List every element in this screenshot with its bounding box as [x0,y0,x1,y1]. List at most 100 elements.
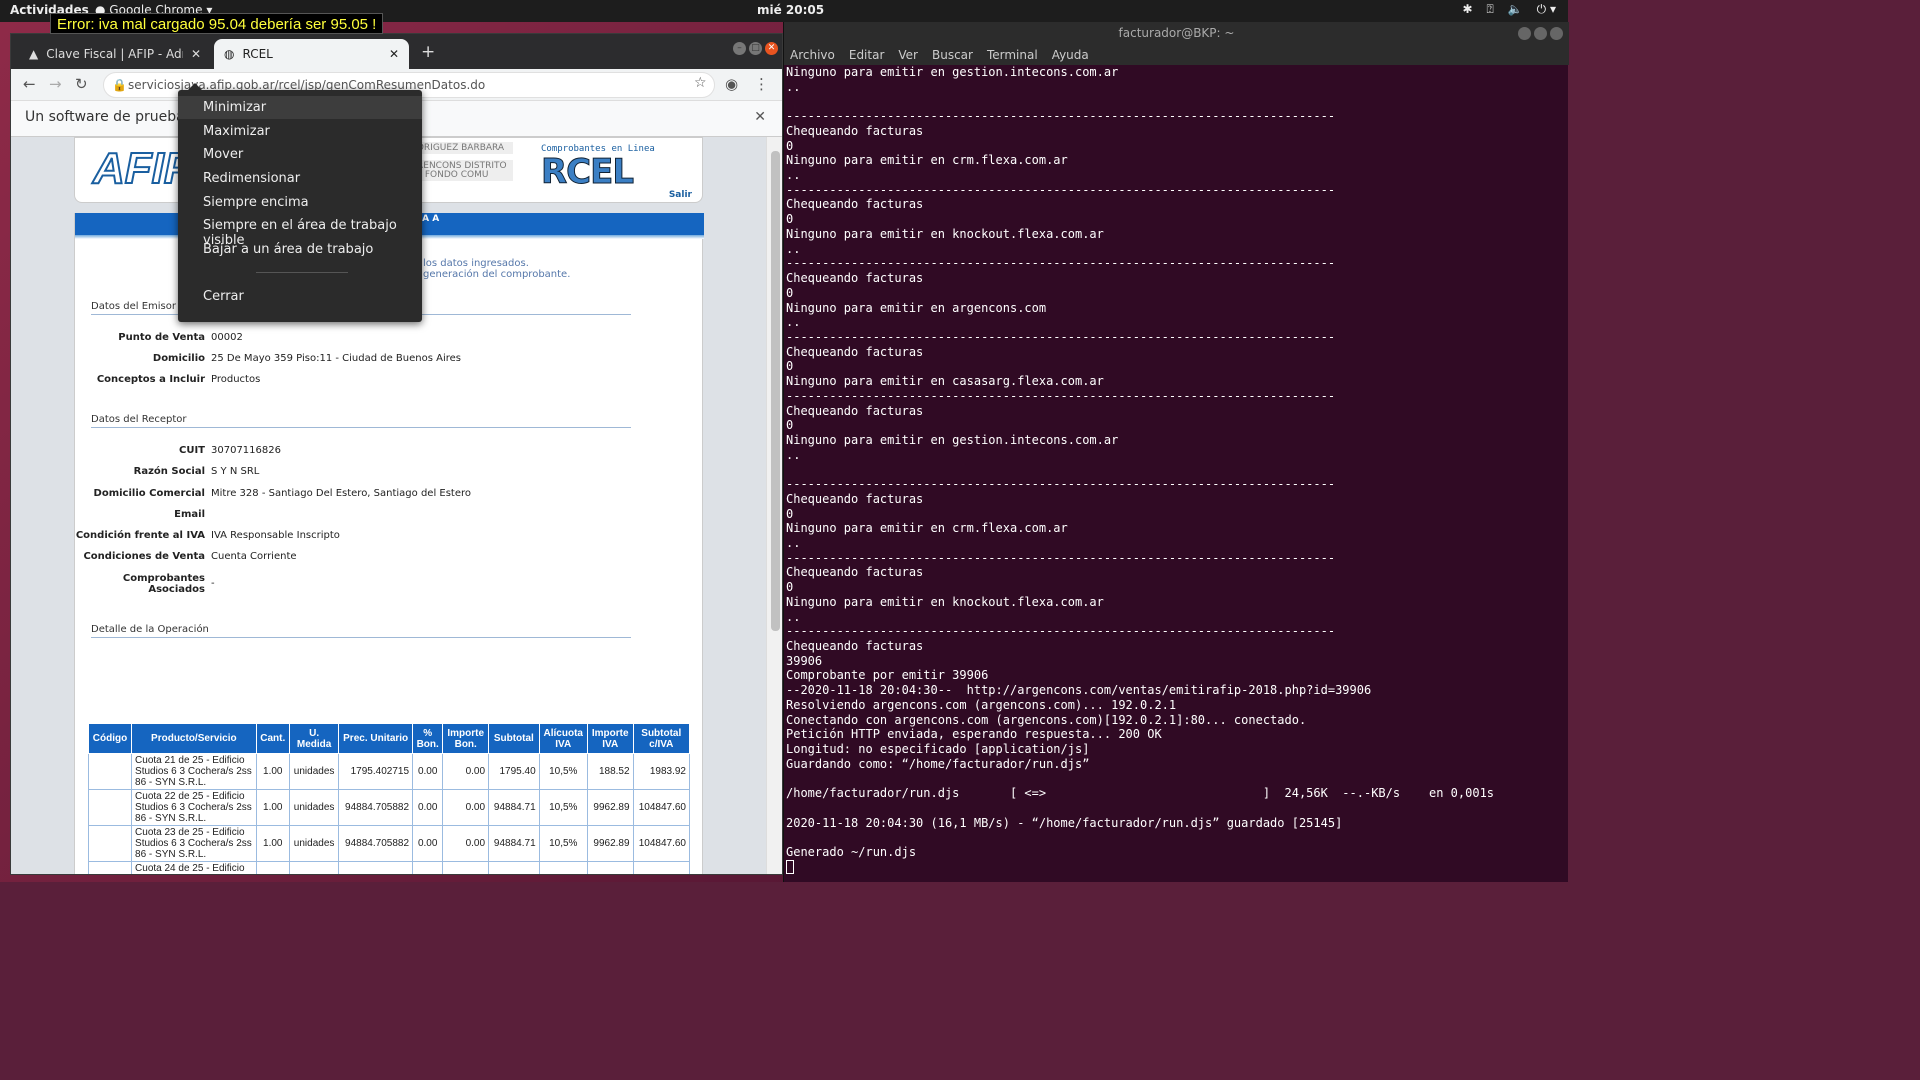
table-cell: 10,5% [538,753,588,790]
menu-buscar[interactable]: Buscar [932,48,973,62]
maximize-button[interactable]: □ [749,42,762,55]
terminal-line: Chequeando facturas [786,491,924,506]
menu-item-mover[interactable]: Mover [178,143,422,166]
bookmark-star-icon[interactable]: ☆ [694,75,707,91]
terminal-line: 0 [786,285,794,300]
terminal-line: 0 [786,506,794,521]
terminal-line: /home/facturador/run.djs [ <=> ] 24,56K … [786,786,1495,801]
terminal-output[interactable]: Ninguno para emitir en gestion.intecons.… [786,65,1566,880]
table-row: Cuota 23 de 25 - Edificio Studios 6 3 Co… [87,825,691,862]
field-label: Condición frente al IVA [75,530,205,541]
terminal-line: Chequeando facturas [786,639,924,654]
terminal-line: Longitud: no especificado [application/j… [786,742,1090,757]
system-tray[interactable]: ✱ ⍰ 🔈 ⏻ ▾ [1462,2,1556,17]
field-value: - [211,578,215,589]
menu-ver[interactable]: Ver [898,48,918,62]
terminal-line: ----------------------------------------… [786,477,1336,492]
section-detalle: Detalle de la Operación [91,624,631,638]
table-header-row: Código Producto/Servicio Cant. U. Medida Pre… [87,723,691,754]
table-cell: 94884.71 [488,789,540,826]
field-punto-venta: Punto de Venta 00002 [75,332,695,343]
terminal-line: 0 [786,138,794,153]
menu-kebab-icon[interactable]: ⋮ [754,75,769,93]
menu-item-redimensionar[interactable]: Redimensionar [178,167,422,190]
table-cell: 0.00 [412,789,444,826]
menu-item-bajar-area[interactable]: Bajar a un área de trabajo [178,238,422,261]
rcel-logo: Comprobantes en Linea RCEL [541,144,663,198]
table-cell: 94884.705882 [338,825,414,862]
terminal-line: 39906 [786,653,823,668]
menu-item-maximizar[interactable]: Maximizar [178,120,422,143]
table-cell: Cuota 23 de 25 - Edificio Studios 6 3 Co… [131,825,257,862]
info-message: los datos ingresados. [423,258,529,269]
field-value: 25 De Mayo 359 Piso:11 - Ciudad de Bueno… [211,353,461,364]
close-infobar-icon[interactable]: ✕ [754,109,766,125]
menu-archivo[interactable]: Archivo [790,48,835,62]
window-context-menu: Minimizar Maximizar Mover Redimensionar … [178,83,422,322]
terminal-line: ----------------------------------------… [786,182,1336,197]
terminal-line: Ninguno para emitir en crm.flexa.com.ar [786,153,1068,168]
table-body: Cuota 21 de 25 - Edificio Studios 6 3 Co… [87,753,691,874]
salir-link[interactable]: Salir [669,190,692,200]
tab-label: RCEL [242,47,273,61]
terminal-titlebar: facturador@BKP: ~ [784,22,1569,45]
table-cell: 104847.60 [632,825,691,862]
table-cell [87,789,133,826]
terminal-line: .. [786,241,801,256]
new-tab-button[interactable]: + [421,42,435,62]
menu-item-minimizar[interactable]: Minimizar [178,96,422,119]
field-condiciones-venta: Condiciones de Venta Cuenta Corriente [75,551,695,562]
table-cell: 10,5% [538,825,588,862]
table-row: Cuota 24 de 25 - Edificio Studios 6 3 Co… [87,861,691,874]
menu-terminal[interactable]: Terminal [987,48,1038,62]
close-window-button[interactable] [1550,27,1563,40]
terminal-line: Chequeando facturas [786,197,924,212]
scrollbar-thumb[interactable] [771,151,780,631]
terminal-line: 2020-11-18 20:04:30 (16,1 MB/s) - “/home… [786,815,1343,830]
minimize-button[interactable]: – [733,42,746,55]
field-value: 00002 [211,332,243,343]
table-cell [87,825,133,862]
table-cell: 0.00 [442,825,490,862]
terminal-line: .. [786,79,801,94]
table-cell: 10,5% [538,789,588,826]
table-cell: 1.00 [255,789,290,826]
close-tab-icon[interactable]: ✕ [191,47,201,61]
terminal-line: ----------------------------------------… [786,624,1336,639]
table-row: Cuota 21 de 25 - Edificio Studios 6 3 Co… [87,753,691,790]
table-cell: Cuota 21 de 25 - Edificio Studios 6 3 Co… [131,753,257,790]
menu-separator [256,272,348,273]
field-cuit: CUIT 30707116826 [75,445,695,456]
field-value: Cuenta Corriente [211,551,297,562]
table-cell: unidades [288,753,340,790]
page-scrollbar[interactable] [766,137,782,874]
close-tab-icon[interactable]: ✕ [389,47,399,61]
tab-clave-fiscal[interactable]: ▲ Clave Fiscal | AFIP - Admin ✕ [19,39,211,69]
table-cell: 104847.60 [632,789,691,826]
forward-arrow-icon[interactable]: → [49,75,62,93]
menu-item-siempre-visible[interactable]: Siempre en el área de trabajo visible [178,214,422,248]
terminal-line: Chequeando facturas [786,565,924,580]
menu-item-siempre-encima[interactable]: Siempre encima [178,191,422,214]
table-cell: Cuota 22 de 25 - Edificio Studios 6 3 Co… [131,789,257,826]
tab-rcel[interactable]: ◍ RCEL ✕ [214,39,409,69]
profile-avatar-icon[interactable]: ◉ [725,75,738,93]
back-arrow-icon[interactable]: ← [23,75,36,93]
table-row: Cuota 22 de 25 - Edificio Studios 6 3 Co… [87,789,691,826]
maximize-button[interactable] [1534,27,1547,40]
terminal-line: 0 [786,359,794,374]
menu-ayuda[interactable]: Ayuda [1052,48,1089,62]
reload-icon[interactable]: ↻ [75,75,88,93]
close-window-button[interactable]: ✕ [765,42,778,55]
column-header: Cant. [255,723,290,754]
menu-editar[interactable]: Editar [849,48,885,62]
table-cell: 0.00 [412,825,444,862]
minimize-button[interactable] [1518,27,1531,40]
clock[interactable]: mié 20:05 [757,3,824,17]
menu-item-cerrar[interactable]: Cerrar [178,285,422,308]
terminal-line: Generado ~/run.djs [786,845,917,860]
field-value: Productos [211,374,261,385]
terminal-window: facturador@BKP: ~ Archivo Editar Ver Bus… [783,22,1569,882]
